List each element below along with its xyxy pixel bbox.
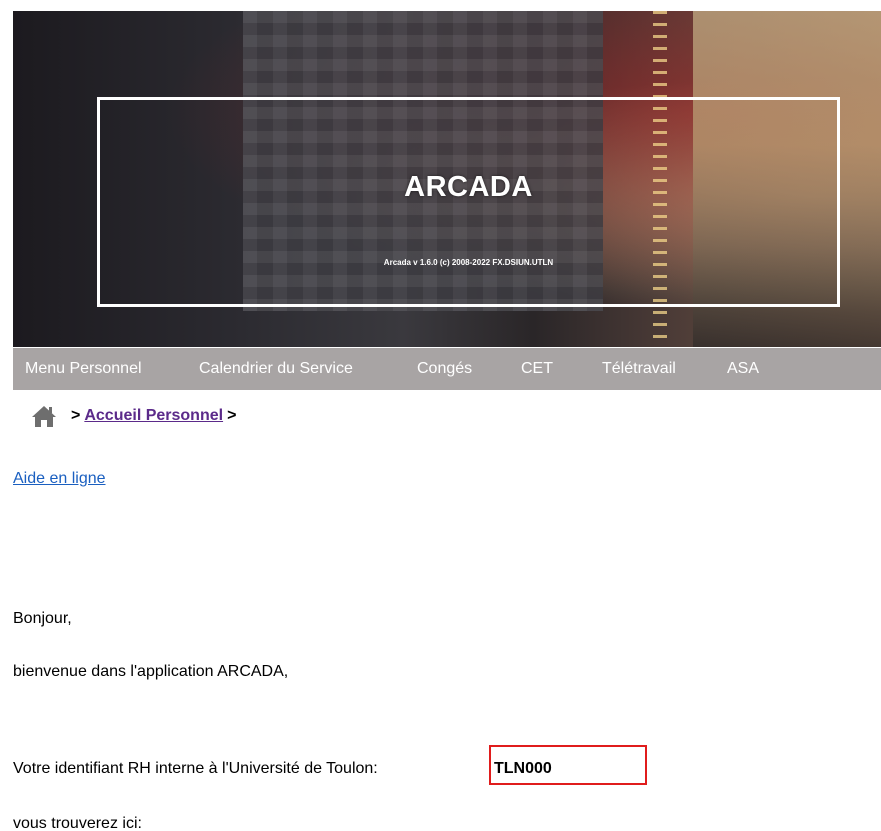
identifier-value: TLN000 [494, 760, 552, 777]
found-here-text: vous trouverez ici: [13, 815, 142, 831]
nav-item-calendrier-service[interactable]: Calendrier du Service [199, 360, 353, 378]
nav-item-teletravail[interactable]: Télétravail [602, 360, 676, 378]
nav-item-cet[interactable]: CET [521, 360, 553, 378]
breadcrumb-separator: > [227, 407, 237, 424]
breadcrumb-separator: > [71, 407, 81, 424]
identifier-label: Votre identifiant RH interne à l'Univers… [13, 760, 378, 777]
help-link[interactable]: Aide en ligne [13, 470, 106, 488]
nav-item-conges[interactable]: Congés [417, 360, 472, 378]
breadcrumb-link-accueil[interactable]: Accueil Personnel [84, 407, 223, 425]
greeting-text: Bonjour, [13, 610, 72, 627]
app-version: Arcada v 1.6.0 (c) 2008-2022 FX.DSIUN.UT… [383, 258, 554, 267]
breadcrumb: > Accueil Personnel > [31, 401, 240, 431]
nav-item-asa[interactable]: ASA [727, 360, 759, 378]
header-banner: ARCADA Arcada v 1.6.0 (c) 2008-2022 FX.D… [13, 11, 881, 347]
nav-item-menu-personnel[interactable]: Menu Personnel [25, 360, 142, 378]
main-nav: Menu Personnel Calendrier du Service Con… [13, 348, 881, 390]
app-title: ARCADA [404, 171, 533, 203]
welcome-text: bienvenue dans l'application ARCADA, [13, 663, 289, 680]
home-icon[interactable] [31, 404, 57, 428]
